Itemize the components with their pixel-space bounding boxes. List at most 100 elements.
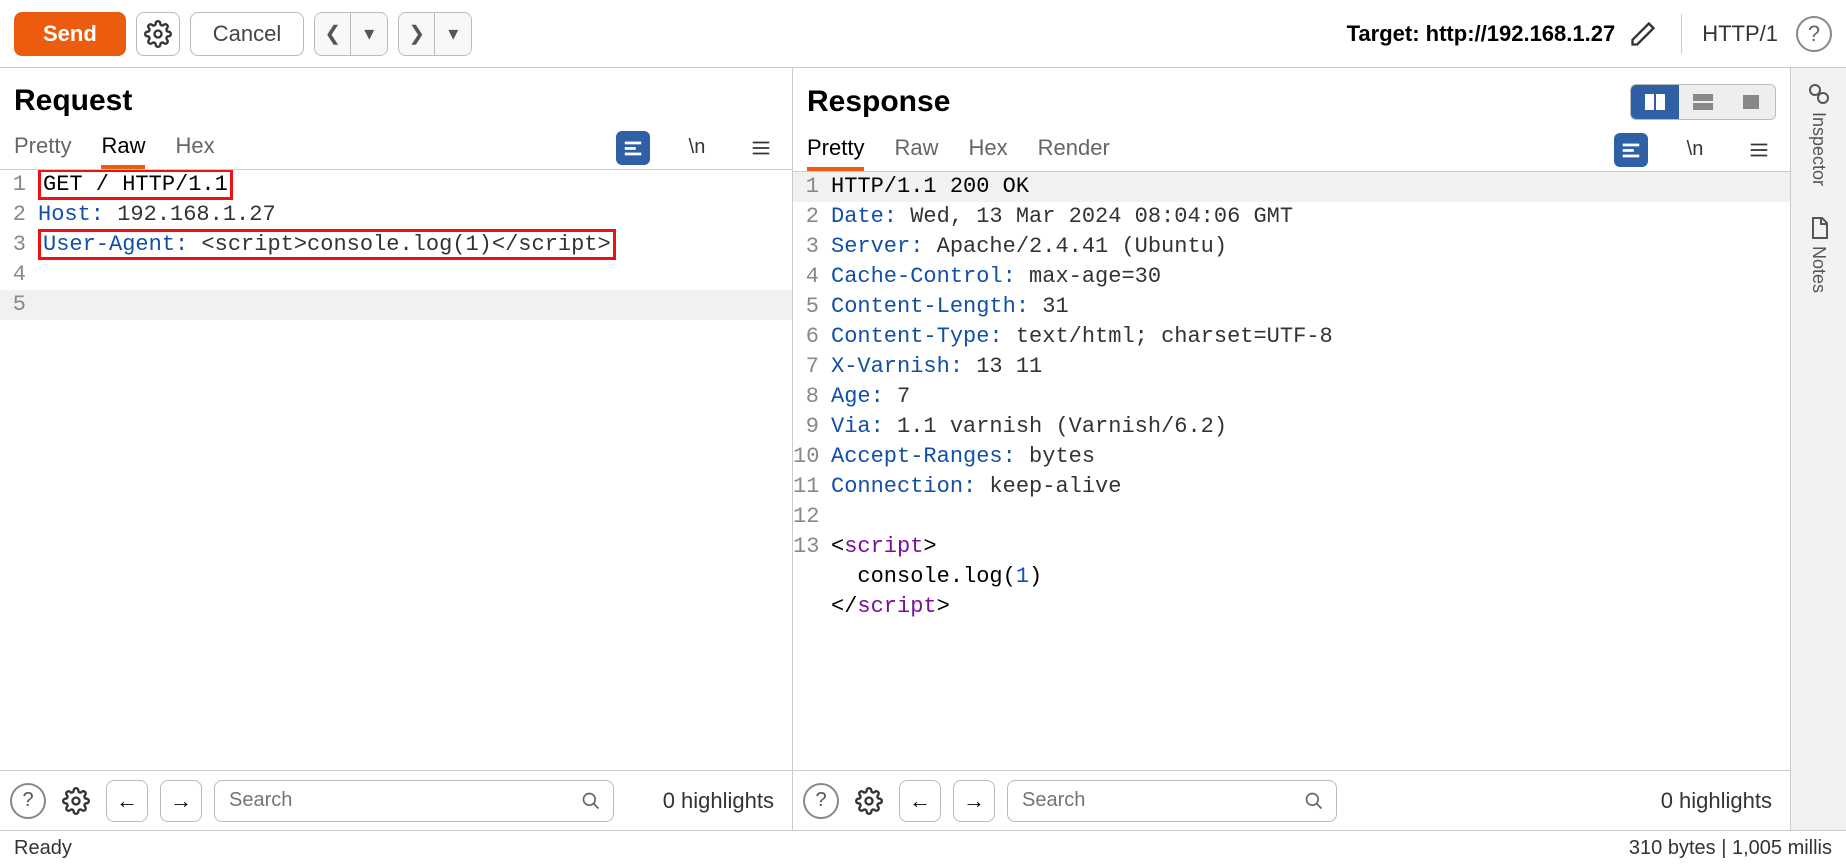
request-search-bar: ? ← → 0 highlights bbox=[0, 770, 792, 830]
response-pane: Response Pretty Raw Hex Render bbox=[793, 68, 1790, 830]
response-next-match-button[interactable]: → bbox=[953, 780, 995, 822]
history-back-button[interactable]: ❮ bbox=[315, 13, 351, 55]
response-menu-button[interactable] bbox=[1742, 133, 1776, 167]
send-button[interactable]: Send bbox=[14, 12, 126, 56]
pencil-icon bbox=[1629, 20, 1657, 48]
newline-icon: \n bbox=[1687, 138, 1704, 161]
response-prev-match-button[interactable]: ← bbox=[899, 780, 941, 822]
line-number: 2 bbox=[793, 202, 825, 232]
response-highlights-count: 0 highlights bbox=[1661, 788, 1780, 814]
caret-down-icon: ▾ bbox=[448, 21, 458, 46]
request-newline-button[interactable]: \n bbox=[680, 131, 714, 165]
question-icon: ? bbox=[1808, 21, 1820, 47]
line-number: 8 bbox=[793, 382, 825, 412]
response-tab-pretty[interactable]: Pretty bbox=[807, 128, 864, 171]
history-forward-group: ❯ ▾ bbox=[398, 12, 472, 56]
request-tab-hex[interactable]: Hex bbox=[175, 126, 214, 169]
edit-target-button[interactable] bbox=[1625, 16, 1661, 52]
notes-panel-button[interactable]: Notes bbox=[1807, 216, 1831, 293]
response-tab-hex[interactable]: Hex bbox=[968, 128, 1007, 171]
line-number: 9 bbox=[793, 412, 825, 442]
arrow-right-icon: → bbox=[963, 788, 985, 814]
response-format-button[interactable] bbox=[1614, 133, 1648, 167]
request-editor[interactable]: 1GET / HTTP/1.1 2Host: 192.168.1.27 3Use… bbox=[0, 170, 792, 770]
response-search-bar: ? ← → 0 highlights bbox=[793, 770, 1790, 830]
line-number: 10 bbox=[793, 442, 825, 472]
status-bytes-time: 310 bytes | 1,005 millis bbox=[1629, 837, 1832, 860]
side-panel-strip: Inspector Notes bbox=[1790, 68, 1846, 830]
response-viewer[interactable]: 1HTTP/1.1 200 OK 2Date: Wed, 13 Mar 2024… bbox=[793, 172, 1790, 770]
format-icon bbox=[1620, 139, 1642, 161]
arrow-left-icon: ← bbox=[909, 788, 931, 814]
question-icon: ? bbox=[22, 789, 33, 812]
request-menu-button[interactable] bbox=[744, 131, 778, 165]
inspector-icon bbox=[1807, 82, 1831, 106]
history-forward-dropdown[interactable]: ▾ bbox=[435, 13, 471, 55]
line-number: 12 bbox=[793, 502, 825, 532]
layout-split-horizontal-button[interactable] bbox=[1679, 85, 1727, 119]
history-back-group: ❮ ▾ bbox=[314, 12, 388, 56]
gear-icon bbox=[62, 787, 90, 815]
square-icon bbox=[1743, 95, 1759, 109]
search-icon bbox=[1304, 791, 1324, 811]
status-ready-label: Ready bbox=[14, 837, 72, 860]
response-tab-render[interactable]: Render bbox=[1038, 128, 1110, 171]
status-bar: Ready 310 bytes | 1,005 millis bbox=[0, 830, 1846, 866]
line-number: 1 bbox=[793, 172, 825, 202]
history-forward-button[interactable]: ❯ bbox=[399, 13, 435, 55]
chevron-left-icon: ❮ bbox=[324, 21, 341, 46]
rows-icon bbox=[1693, 94, 1713, 110]
line-number bbox=[793, 562, 825, 592]
history-back-dropdown[interactable]: ▾ bbox=[351, 13, 387, 55]
notes-icon bbox=[1807, 216, 1831, 240]
response-search-input[interactable] bbox=[1020, 788, 1304, 813]
line-number: 11 bbox=[793, 472, 825, 502]
request-tab-raw[interactable]: Raw bbox=[101, 126, 145, 169]
response-newline-button[interactable]: \n bbox=[1678, 133, 1712, 167]
help-button[interactable]: ? bbox=[1796, 16, 1832, 52]
line-number: 2 bbox=[0, 200, 32, 230]
protocol-label[interactable]: HTTP/1 bbox=[1702, 21, 1778, 47]
response-search-settings-button[interactable] bbox=[851, 783, 887, 819]
request-format-button[interactable] bbox=[616, 131, 650, 165]
layout-toggle bbox=[1630, 84, 1776, 120]
line-number: 1 bbox=[0, 170, 32, 200]
gear-icon bbox=[144, 20, 172, 48]
chevron-right-icon: ❯ bbox=[408, 21, 425, 46]
settings-button[interactable] bbox=[136, 12, 180, 56]
hamburger-icon bbox=[750, 137, 772, 159]
response-help-button[interactable]: ? bbox=[803, 783, 839, 819]
response-tab-raw[interactable]: Raw bbox=[894, 128, 938, 171]
line-number: 7 bbox=[793, 352, 825, 382]
line-number: 3 bbox=[0, 230, 32, 260]
layout-split-vertical-button[interactable] bbox=[1631, 85, 1679, 119]
arrow-right-icon: → bbox=[170, 788, 192, 814]
request-pane: Request Pretty Raw Hex \n bbox=[0, 68, 793, 830]
arrow-left-icon: ← bbox=[116, 788, 138, 814]
divider bbox=[1681, 14, 1682, 54]
newline-icon: \n bbox=[689, 136, 706, 159]
line-number: 3 bbox=[793, 232, 825, 262]
caret-down-icon: ▾ bbox=[364, 21, 374, 46]
cancel-button[interactable]: Cancel bbox=[190, 12, 304, 56]
hamburger-icon bbox=[1748, 139, 1770, 161]
request-search-input[interactable] bbox=[227, 788, 581, 813]
request-tab-pretty[interactable]: Pretty bbox=[14, 126, 71, 169]
search-icon bbox=[581, 791, 601, 811]
line-number: 4 bbox=[793, 262, 825, 292]
target-label: Target: http://192.168.1.27 bbox=[1347, 21, 1616, 47]
question-icon: ? bbox=[815, 789, 826, 812]
line-number: 5 bbox=[793, 292, 825, 322]
request-search-settings-button[interactable] bbox=[58, 783, 94, 819]
notes-label: Notes bbox=[1808, 246, 1829, 293]
line-number: 13 bbox=[793, 532, 825, 562]
columns-icon bbox=[1645, 94, 1665, 110]
inspector-panel-button[interactable]: Inspector bbox=[1807, 82, 1831, 186]
layout-single-button[interactable] bbox=[1727, 85, 1775, 119]
line-number: 4 bbox=[0, 260, 32, 290]
request-prev-match-button[interactable]: ← bbox=[106, 780, 148, 822]
inspector-label: Inspector bbox=[1808, 112, 1829, 186]
request-help-button[interactable]: ? bbox=[10, 783, 46, 819]
request-next-match-button[interactable]: → bbox=[160, 780, 202, 822]
line-number: 6 bbox=[793, 322, 825, 352]
